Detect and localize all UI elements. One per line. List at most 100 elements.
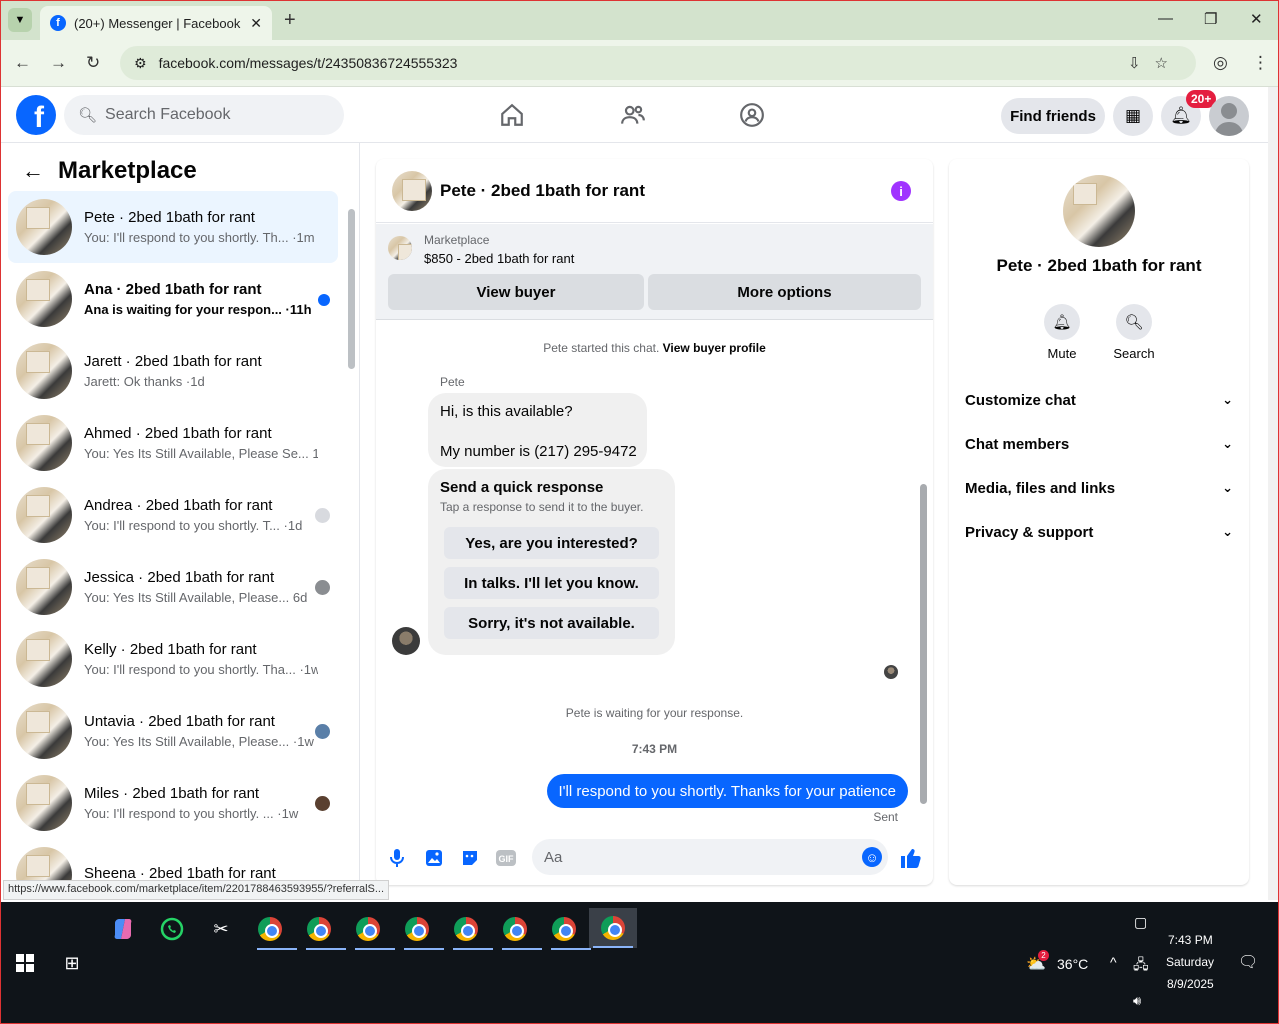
conversation-item[interactable]: Jessica · 2bed 1bath for rant You: Yes I… bbox=[8, 551, 338, 623]
chat-thumbnail[interactable] bbox=[392, 170, 432, 211]
view-buyer-profile-link[interactable]: View buyer profile bbox=[663, 341, 766, 355]
forward-icon[interactable]: → bbox=[50, 53, 67, 73]
conversation-item[interactable]: Ana · 2bed 1bath for rant Ana is waiting… bbox=[8, 263, 338, 335]
close-window-icon[interactable]: ✕ bbox=[1250, 10, 1263, 28]
conversation-item[interactable]: Kelly · 2bed 1bath for rant You: I'll re… bbox=[8, 623, 338, 695]
sticker-icon[interactable] bbox=[459, 847, 481, 869]
quick-reply-interested[interactable]: Yes, are you interested? bbox=[444, 527, 659, 559]
customize-chat-section[interactable]: Customize chat ⌄ bbox=[965, 392, 1233, 409]
privacy-support-section[interactable]: Privacy & support ⌄ bbox=[965, 524, 1233, 541]
more-options-button[interactable]: More options bbox=[648, 274, 921, 310]
conversation-item[interactable]: Ahmed · 2bed 1bath for rant You: Yes Its… bbox=[8, 407, 338, 479]
media-files-links-section[interactable]: Media, files and links ⌄ bbox=[965, 480, 1233, 497]
chevron-down-icon: ⌄ bbox=[1222, 436, 1233, 451]
clock-date[interactable]: 8/9/2025 bbox=[1167, 977, 1214, 991]
minimize-icon[interactable]: — bbox=[1158, 10, 1173, 27]
listing-thumbnail bbox=[16, 343, 72, 399]
seen-avatar bbox=[315, 724, 330, 739]
tab-search-chevron-icon[interactable]: ▼ bbox=[8, 8, 32, 32]
conversation-preview: You: Yes Its Still Available, Please Se.… bbox=[84, 446, 318, 461]
restore-icon[interactable]: ❐ bbox=[1204, 10, 1217, 28]
conversation-item[interactable]: Untavia · 2bed 1bath for rant You: Yes I… bbox=[8, 695, 338, 767]
conversation-item[interactable]: Miles · 2bed 1bath for rant You: I'll re… bbox=[8, 767, 338, 839]
view-buyer-button[interactable]: View buyer bbox=[388, 274, 644, 310]
home-icon[interactable] bbox=[498, 101, 526, 129]
listing-thumbnail bbox=[16, 775, 72, 831]
copilot-icon[interactable] bbox=[106, 912, 140, 946]
search-input[interactable]: 🔍︎ Search Facebook bbox=[64, 95, 344, 135]
profile-icon[interactable]: ◎ bbox=[1213, 53, 1228, 73]
facebook-logo-icon[interactable]: f bbox=[16, 95, 56, 135]
back-arrow-icon[interactable]: ← bbox=[22, 158, 44, 184]
friends-icon[interactable] bbox=[619, 101, 647, 129]
chrome-window-icon[interactable] bbox=[498, 912, 542, 950]
chrome-active-window-icon[interactable] bbox=[589, 908, 637, 948]
notification-center-icon[interactable]: 🗨︎ bbox=[1238, 952, 1258, 972]
site-info-icon[interactable]: ⚙ bbox=[134, 55, 147, 72]
snipping-tool-icon[interactable]: ✂ bbox=[204, 912, 238, 946]
chevron-down-icon: ⌄ bbox=[1222, 480, 1233, 495]
reload-icon[interactable]: ↻ bbox=[86, 53, 100, 73]
conversation-name: Ana · 2bed 1bath for rant bbox=[84, 281, 262, 298]
conversation-item[interactable]: Jarett · 2bed 1bath for rant Jarett: Ok … bbox=[8, 335, 338, 407]
windows-start-icon[interactable] bbox=[8, 946, 42, 980]
emoji-icon[interactable]: ☺ bbox=[862, 847, 882, 867]
svg-text:GIF: GIF bbox=[499, 854, 515, 864]
conversation-item[interactable]: Pete · 2bed 1bath for rant You: I'll res… bbox=[8, 191, 338, 263]
chat-details-panel: Pete · 2bed 1bath for rant 🔔︎ Mute 🔍︎ Se… bbox=[949, 159, 1249, 885]
clock-day[interactable]: Saturday bbox=[1166, 955, 1214, 969]
address-bar[interactable]: ⚙ facebook.com/messages/t/24350836724555… bbox=[120, 46, 1196, 80]
message-input[interactable]: Aa ☺ bbox=[532, 839, 888, 875]
back-icon[interactable]: ← bbox=[14, 53, 31, 73]
search-chat-button[interactable]: 🔍︎ Search bbox=[1104, 304, 1164, 361]
whatsapp-icon[interactable] bbox=[155, 912, 189, 946]
sender-name: Pete bbox=[440, 375, 465, 389]
volume-icon[interactable]: 🔊︎ bbox=[1133, 993, 1141, 1009]
photo-icon[interactable] bbox=[423, 847, 445, 869]
close-tab-icon[interactable]: ✕ bbox=[250, 15, 262, 32]
listing-thumbnail bbox=[16, 271, 72, 327]
address-bar-actions[interactable]: ⇩☆ bbox=[1128, 54, 1182, 72]
network-icon[interactable]: 🖧︎ bbox=[1133, 954, 1149, 978]
chat-title[interactable]: Pete · 2bed 1bath for rant bbox=[440, 181, 645, 201]
mute-button[interactable]: 🔔︎ Mute bbox=[1032, 304, 1092, 361]
chrome-window-icon[interactable] bbox=[547, 912, 591, 950]
conversation-preview: Jarett: Ok thanks ·1d bbox=[84, 374, 205, 389]
menu-grid-icon[interactable]: ▦ bbox=[1113, 96, 1153, 136]
find-friends-button[interactable]: Find friends bbox=[1001, 98, 1105, 134]
gif-icon[interactable]: GIF bbox=[495, 847, 517, 869]
task-view-icon[interactable]: ⊞ bbox=[55, 946, 89, 980]
microphone-icon[interactable] bbox=[386, 847, 408, 869]
chrome-window-icon[interactable] bbox=[302, 912, 346, 950]
chrome-window-icon[interactable] bbox=[449, 912, 493, 950]
list-scrollbar[interactable] bbox=[348, 209, 355, 369]
conversation-preview: You: I'll respond to you shortly. Th... … bbox=[84, 230, 315, 245]
conversation-list: Pete · 2bed 1bath for rant You: I'll res… bbox=[8, 191, 338, 900]
new-tab-icon[interactable]: + bbox=[284, 9, 296, 32]
menu-icon[interactable]: ⋮ bbox=[1252, 53, 1269, 73]
like-thumb-icon[interactable] bbox=[899, 847, 921, 869]
quick-response-card: Send a quick response Tap a response to … bbox=[428, 469, 675, 655]
listing-title[interactable]: $850 - 2bed 1bath for rant bbox=[424, 251, 574, 266]
tab-title: (20+) Messenger | Facebook bbox=[74, 15, 241, 31]
show-hidden-icons-chevron-icon[interactable]: ^ bbox=[1110, 954, 1117, 970]
tray-device-icon[interactable]: ▢ bbox=[1134, 914, 1147, 931]
chrome-window-icon[interactable] bbox=[351, 912, 395, 950]
chrome-window-icon[interactable] bbox=[400, 912, 444, 950]
chat-members-section[interactable]: Chat members ⌄ bbox=[965, 436, 1233, 453]
chrome-profile-h-icon[interactable] bbox=[253, 912, 297, 950]
quick-reply-not-available[interactable]: Sorry, it's not available. bbox=[444, 607, 659, 639]
bell-icon: 🔔︎ bbox=[1044, 304, 1080, 340]
clock-time[interactable]: 7:43 PM bbox=[1168, 933, 1213, 947]
temperature[interactable]: 36°C bbox=[1057, 956, 1088, 972]
account-avatar[interactable] bbox=[1209, 96, 1249, 136]
conversation-name: Sheena · 2bed 1bath for rant bbox=[84, 864, 276, 882]
conversation-item[interactable]: Andrea · 2bed 1bath for rant You: I'll r… bbox=[8, 479, 338, 551]
quick-reply-in-talks[interactable]: In talks. I'll let you know. bbox=[444, 567, 659, 599]
groups-icon[interactable] bbox=[738, 101, 766, 129]
chat-scrollbar[interactable] bbox=[920, 484, 927, 804]
info-icon[interactable]: i bbox=[891, 181, 911, 201]
pete-avatar[interactable] bbox=[392, 627, 420, 655]
browser-tab[interactable]: f (20+) Messenger | Facebook ✕ bbox=[40, 6, 272, 40]
page-scrollbar[interactable] bbox=[1268, 87, 1279, 900]
